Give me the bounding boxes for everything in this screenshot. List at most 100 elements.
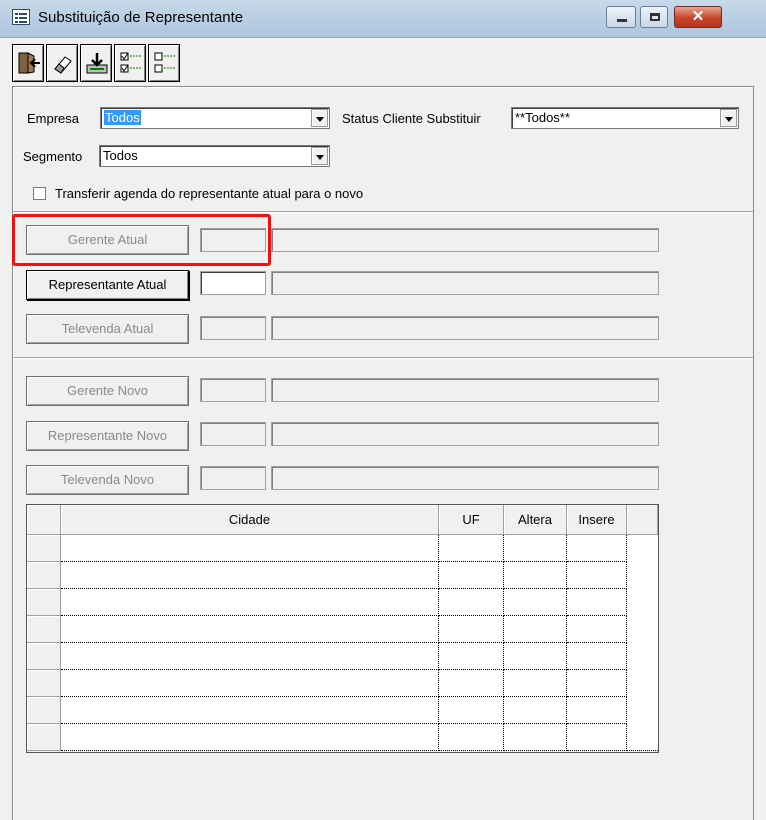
grid-cell[interactable] [567,697,627,724]
grid-cell[interactable] [504,697,567,724]
clear-button[interactable] [46,44,78,82]
exit-button[interactable] [12,44,44,82]
grid-cell[interactable] [439,535,504,562]
column-header-cidade[interactable]: Cidade [61,505,439,535]
row-header[interactable] [27,724,61,751]
grid-cell[interactable] [439,724,504,751]
representante-novo-code[interactable] [200,422,266,446]
maximize-button[interactable] [640,6,668,28]
row-header[interactable] [27,589,61,616]
grid-cell[interactable] [61,589,439,616]
grid-cell[interactable] [61,670,439,697]
column-header-altera[interactable]: Altera [504,505,567,535]
representante-novo-name [271,422,659,446]
grid-cell[interactable] [504,724,567,751]
grid-cell[interactable] [567,535,627,562]
grid-cell[interactable] [567,670,627,697]
grid-cell[interactable] [567,724,627,751]
gerente-atual-name [271,228,659,252]
grid-cell[interactable] [567,643,627,670]
download-tray-icon [86,53,108,74]
representante-atual-name [271,271,659,295]
grid-cell[interactable] [439,697,504,724]
grid-cell[interactable] [567,589,627,616]
title-bar: Substituição de Representante ✕ [0,0,766,38]
empresa-label: Empresa [27,111,80,126]
representante-atual-button[interactable]: Representante Atual [26,270,189,300]
televenda-atual-button[interactable]: Televenda Atual [26,314,189,344]
televenda-atual-name [271,316,659,340]
grid-cell[interactable] [504,562,567,589]
grid-cell[interactable] [439,643,504,670]
row-header[interactable] [27,697,61,724]
grid-cell[interactable] [61,535,439,562]
substituicao-window: Substituição de Representante ✕ Empresa … [0,0,766,820]
chevron-down-icon[interactable] [311,147,328,165]
row-header[interactable] [27,562,61,589]
grid-cell[interactable] [504,589,567,616]
row-header[interactable] [27,616,61,643]
grid-cell[interactable] [439,616,504,643]
grid-cell[interactable] [61,643,439,670]
grid-cell[interactable] [439,562,504,589]
televenda-novo-button[interactable]: Televenda Novo [26,465,189,495]
grid-cell[interactable] [61,562,439,589]
import-button[interactable] [80,44,112,82]
televenda-atual-code[interactable] [200,316,266,340]
grid-corner [27,505,61,535]
status-value: **Todos** [515,110,570,125]
main-panel: Empresa Todos Status Cliente Substituir … [12,86,754,820]
maximize-icon [650,13,660,21]
grid-cell[interactable] [567,562,627,589]
grid-cell[interactable] [504,670,567,697]
transfer-agenda-label: Transferir agenda do representante atual… [55,186,364,201]
grid-cell[interactable] [504,535,567,562]
highlight-box [12,214,271,266]
column-header-insere[interactable]: Insere [567,505,627,535]
grid-cell[interactable] [439,670,504,697]
grid-cell[interactable] [439,589,504,616]
grid-right-strip [627,535,658,751]
row-header[interactable] [27,670,61,697]
status-label: Status Cliente Substituir [342,111,481,126]
segmento-select[interactable]: Todos [99,145,330,167]
grid-cell[interactable] [61,697,439,724]
gerente-novo-button[interactable]: Gerente Novo [26,376,189,406]
separator [13,357,753,359]
segmento-value: Todos [103,148,138,163]
exit-door-icon [18,52,40,74]
empresa-select[interactable]: Todos [100,107,330,129]
chevron-down-icon[interactable] [720,109,737,127]
grid-cell[interactable] [567,616,627,643]
representante-atual-code[interactable] [200,271,266,295]
eraser-icon [54,56,72,74]
minimize-button[interactable] [606,6,636,28]
check-all-icon [120,52,141,73]
grid-cell[interactable] [504,616,567,643]
close-icon: ✕ [691,8,705,25]
transfer-agenda-checkbox[interactable] [33,187,46,200]
separator [13,211,753,213]
row-header[interactable] [27,535,61,562]
select-all-button[interactable] [114,44,146,82]
column-header-uf[interactable]: UF [439,505,504,535]
representante-novo-button[interactable]: Representante Novo [26,421,189,451]
column-header-blank [627,505,658,535]
grid-cell[interactable] [61,724,439,751]
grid-cell[interactable] [61,616,439,643]
televenda-novo-code[interactable] [200,466,266,490]
minimize-icon [617,19,627,22]
chevron-down-icon[interactable] [311,109,328,127]
gerente-novo-code[interactable] [200,378,266,402]
cidade-grid: Cidade UF Altera Insere [26,504,659,753]
grid-cell[interactable] [504,643,567,670]
unselect-all-button[interactable] [148,44,180,82]
window-title: Substituição de Representante [38,9,244,26]
form-icon [12,9,30,25]
status-select[interactable]: **Todos** [511,107,739,129]
close-button[interactable]: ✕ [674,6,722,28]
segmento-label: Segmento [23,149,83,164]
row-header[interactable] [27,643,61,670]
televenda-novo-name [271,466,659,490]
gerente-novo-name [271,378,659,402]
